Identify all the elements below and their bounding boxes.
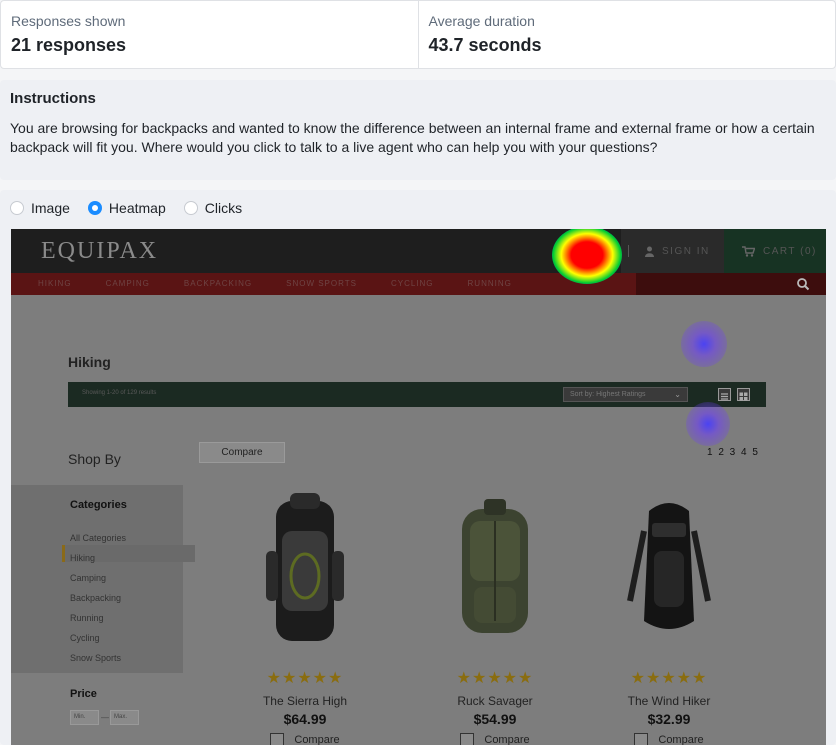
checkbox xyxy=(460,733,475,745)
checkbox xyxy=(634,733,649,745)
stat-label: Average duration xyxy=(428,13,535,29)
header-divider xyxy=(628,245,629,257)
category-list: All Categories Hiking Camping Backpackin… xyxy=(70,528,126,668)
categories-title: Categories xyxy=(70,499,127,511)
compare-button: Compare xyxy=(199,442,285,463)
instructions-title: Instructions xyxy=(10,90,96,107)
radio-button[interactable] xyxy=(10,201,24,215)
nav-item-backpacking: BACKPACKING xyxy=(183,279,253,288)
nav-item-camping: CAMPING xyxy=(105,279,150,288)
compare-checkbox: Compare xyxy=(225,733,385,745)
instructions-text: You are browsing for backpacks and wante… xyxy=(10,120,815,155)
cart-label: CART (0) xyxy=(763,245,817,257)
nav-item-snow-sports: SNOW SPORTS xyxy=(286,279,357,288)
page-title: Hiking xyxy=(68,354,111,370)
sort-label: Sort by: Highest Ratings xyxy=(570,391,646,398)
heatmap-spot-low xyxy=(686,402,730,446)
user-icon xyxy=(645,246,654,257)
mode-label: Image xyxy=(31,200,70,216)
category-item: Snow Sports xyxy=(70,653,122,663)
view-mode-radio-group: Image Heatmap Clicks xyxy=(10,200,242,216)
price-title: Price xyxy=(70,688,97,700)
grid-view-icon xyxy=(737,388,750,401)
sign-in-label: SIGN IN xyxy=(662,245,710,257)
category-item: All Categories xyxy=(70,533,127,543)
heatmap-screenshot: EQUIPAX SIGN IN CART (0) HIKING CAMPING … xyxy=(11,229,826,745)
product-name: The Wind Hiker xyxy=(627,694,711,708)
compare-label: Compare xyxy=(484,734,530,745)
rating-stars: ★★★★★ xyxy=(630,670,708,687)
category-item: Cycling xyxy=(70,633,100,643)
sign-in-button: SIGN IN xyxy=(621,229,724,273)
sort-select: Sort by: Highest Ratings ⌄ xyxy=(563,387,688,402)
nav-item-running: RUNNING xyxy=(467,279,512,288)
duration-stat: Average duration 43.7 seconds xyxy=(417,1,836,68)
product-price: $54.99 xyxy=(473,711,517,727)
responses-stat: Responses shown 21 responses xyxy=(1,1,418,68)
cart-icon xyxy=(742,245,755,257)
results-toolbar: Showing 1-20 of 129 results Sort by: Hig… xyxy=(68,382,766,407)
nav-item-hiking: HIKING xyxy=(38,279,72,288)
search-icon xyxy=(797,278,810,291)
site-nav: HIKING CAMPING BACKPACKING SNOW SPORTS C… xyxy=(11,273,826,295)
chevron-down-icon: ⌄ xyxy=(674,390,681,399)
results-count: Showing 1-20 of 129 results xyxy=(82,390,157,396)
category-item: Running xyxy=(70,613,104,623)
price-min-field: Min. xyxy=(70,710,99,725)
rating-stars: ★★★★★ xyxy=(456,670,534,687)
mode-heatmap-option[interactable]: Heatmap xyxy=(87,200,166,216)
pagination: 1 2 3 4 5 xyxy=(707,447,758,458)
product-name: The Sierra High xyxy=(262,694,348,708)
mode-label: Clicks xyxy=(204,200,243,216)
stat-label: Responses shown xyxy=(11,13,126,29)
product-card: ★★★★★ Ruck Savager $54.99 Compare xyxy=(415,491,575,745)
product-name: Ruck Savager xyxy=(457,694,533,708)
mode-clicks-option[interactable]: Clicks xyxy=(183,200,243,216)
radio-button[interactable] xyxy=(87,201,102,215)
compare-checkbox: Compare xyxy=(415,733,575,745)
list-view-icon xyxy=(718,388,731,401)
checkbox xyxy=(270,733,285,745)
category-item: Camping xyxy=(70,573,107,583)
backpack-image xyxy=(627,503,711,629)
stat-value: 43.7 seconds xyxy=(428,35,542,55)
compare-label: Compare xyxy=(658,734,704,745)
site-header: EQUIPAX SIGN IN CART (0) xyxy=(11,229,826,273)
radio-button[interactable] xyxy=(183,201,198,215)
mode-image-option[interactable]: Image xyxy=(10,200,70,216)
backpack-image xyxy=(462,499,528,633)
cart-button: CART (0) xyxy=(724,229,826,273)
stat-value: 21 responses xyxy=(11,35,127,55)
product-card: ★★★★★ The Wind Hiker $32.99 Compare xyxy=(589,491,749,745)
rating-stars: ★★★★★ xyxy=(266,670,344,687)
price-max-field: Max. xyxy=(110,710,139,725)
product-price: $64.99 xyxy=(283,711,327,727)
compare-checkbox: Compare xyxy=(589,733,749,745)
price-separator: — xyxy=(101,713,109,722)
category-item: Hiking xyxy=(70,553,96,563)
site-logo: EQUIPAX xyxy=(41,238,159,264)
product-price: $32.99 xyxy=(647,711,691,727)
stats-panel: Responses shown 21 responses Average dur… xyxy=(0,0,836,69)
category-item: Backpacking xyxy=(70,593,122,603)
shop-by-heading: Shop By xyxy=(68,451,121,467)
compare-label: Compare xyxy=(294,734,340,745)
instructions-panel: Instructions You are browsing for backpa… xyxy=(0,80,836,180)
nav-items: HIKING CAMPING BACKPACKING SNOW SPORTS C… xyxy=(38,279,546,288)
product-card: ★★★★★ The Sierra High $64.99 Compare xyxy=(225,491,385,745)
mode-label: Heatmap xyxy=(108,200,166,216)
nav-item-cycling: CYCLING xyxy=(390,279,434,288)
backpack-image xyxy=(266,493,344,641)
heatmap-spot-low xyxy=(681,321,727,367)
